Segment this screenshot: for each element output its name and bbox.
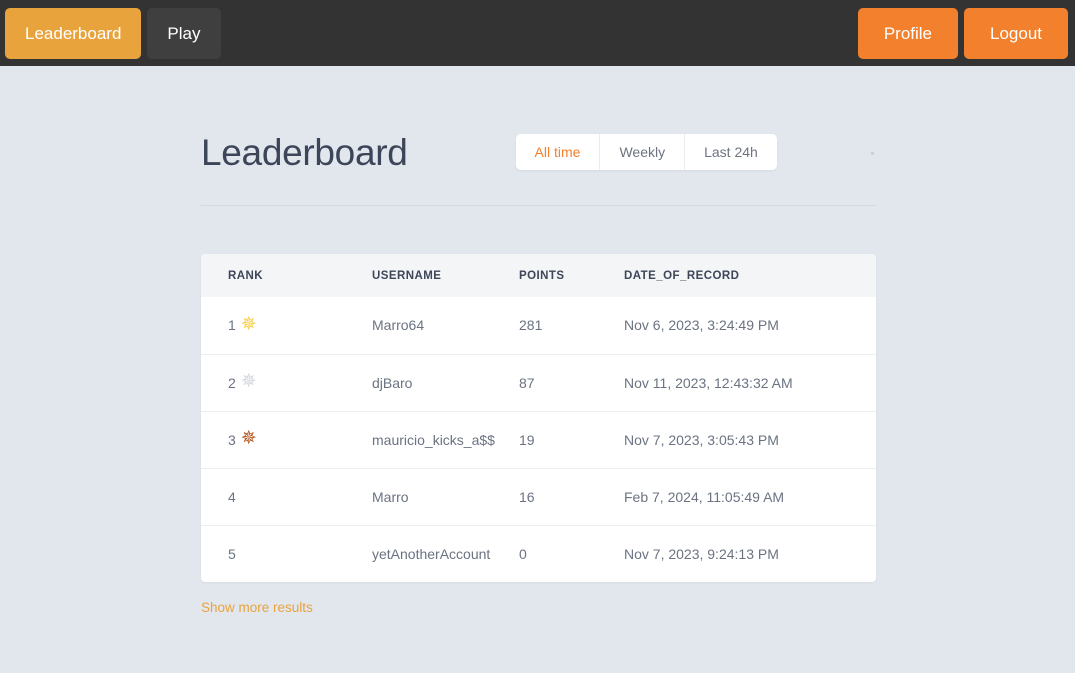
table-row[interactable]: 2 ✵ djBaro 87 Nov 11, 2023, 12:43:32 AM <box>201 353 876 411</box>
cell-username: Marro64 <box>372 317 425 334</box>
column-header-date-of-record: DATE_OF_RECORD <box>624 269 740 282</box>
page-title: Leaderboard <box>201 131 408 173</box>
cell-date-of-record: Nov 7, 2023, 9:24:13 PM <box>624 524 876 582</box>
cell-rank: 5 <box>201 524 267 582</box>
table-row[interactable]: 5 yetAnotherAccount 0 Nov 7, 2023, 9:24:… <box>201 524 876 582</box>
column-header-points: POINTS <box>519 269 565 282</box>
cell-points: 281 <box>519 317 543 334</box>
gold-star-icon: ✵ <box>240 313 257 335</box>
leaderboard-table-container: RANK USERNAME POINTS DATE_OF_RECORD 1 ✵ <box>201 254 876 582</box>
filter-all-time[interactable]: All time <box>515 134 601 170</box>
cell-rank: 1 ✵ <box>201 297 267 354</box>
table-body: 1 ✵ Marro64 281 Nov 6, 2023, 3:24:49 PM … <box>201 297 876 582</box>
table-row[interactable]: 1 ✵ Marro64 281 Nov 6, 2023, 3:24:49 PM <box>201 297 876 354</box>
cell-username: djBaro <box>267 353 519 411</box>
table-header-row: RANK USERNAME POINTS DATE_OF_RECORD <box>201 254 876 297</box>
page-body: Leaderboard All time Weekly Last 24h RAN… <box>0 66 1075 617</box>
silver-star-icon: ✵ <box>240 371 257 392</box>
navbar-left-group: Leaderboard Play <box>5 7 221 59</box>
bronze-star-icon: ✵ <box>240 428 257 449</box>
table-row[interactable]: 3 ✵ mauricio_kicks_a$$ 19 Nov 7, 2023, 3… <box>201 410 876 468</box>
table-head: RANK USERNAME POINTS DATE_OF_RECORD <box>201 254 876 297</box>
filter-weekly[interactable]: Weekly <box>600 134 686 170</box>
decorative-dot <box>871 152 874 155</box>
cell-date-of-record: Nov 11, 2023, 12:43:32 AM <box>624 353 876 411</box>
header-divider <box>201 205 876 206</box>
navbar-right-group: Profile Logout <box>857 7 1070 59</box>
cell-points: 87 <box>519 353 624 411</box>
time-filter-group: All time Weekly Last 24h <box>515 134 777 170</box>
show-more-results-link[interactable]: Show more results <box>201 600 313 615</box>
cell-points: 16 <box>519 467 624 525</box>
nav-item-leaderboard[interactable]: Leaderboard <box>5 7 142 59</box>
nav-item-play[interactable]: Play <box>147 7 221 59</box>
filter-last-24h[interactable]: Last 24h <box>685 134 777 170</box>
column-header-username: USERNAME <box>372 269 442 282</box>
rank-value: 5 <box>228 545 236 562</box>
cell-date-of-record: Nov 7, 2023, 3:05:43 PM <box>624 410 876 468</box>
leaderboard-table: RANK USERNAME POINTS DATE_OF_RECORD 1 ✵ <box>201 254 876 582</box>
table-row[interactable]: 4 Marro 16 Feb 7, 2024, 11:05:49 AM <box>201 467 876 525</box>
rank-value: 1 <box>228 317 236 334</box>
rank-value: 3 <box>228 431 236 448</box>
cell-date-of-record: Feb 7, 2024, 11:05:49 AM <box>624 467 876 525</box>
cell-username: mauricio_kicks_a$$ <box>267 410 519 468</box>
rank-value: 4 <box>228 488 236 505</box>
top-navbar: Leaderboard Play Profile Logout <box>0 0 1075 66</box>
content-container: Leaderboard All time Weekly Last 24h RAN… <box>201 124 876 617</box>
cell-rank: 2 ✵ <box>201 353 267 411</box>
cell-points: 0 <box>519 524 624 582</box>
cell-username: Marro <box>267 467 519 525</box>
nav-item-logout[interactable]: Logout <box>964 7 1068 59</box>
column-header-rank: RANK <box>228 269 264 282</box>
rank-value: 2 <box>228 374 236 391</box>
cell-rank: 4 <box>201 467 267 525</box>
cell-date-of-record: Nov 6, 2023, 3:24:49 PM <box>624 317 779 334</box>
nav-item-profile[interactable]: Profile <box>857 7 958 59</box>
cell-username: yetAnotherAccount <box>267 524 519 582</box>
cell-points: 19 <box>519 410 624 468</box>
cell-rank: 3 ✵ <box>201 410 267 468</box>
title-row: Leaderboard All time Weekly Last 24h <box>201 124 876 180</box>
